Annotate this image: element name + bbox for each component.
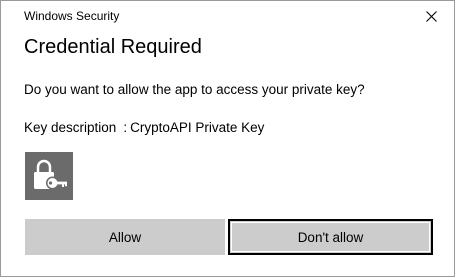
credential-dialog: Windows Security Credential Required Do … <box>0 0 455 277</box>
prompt-question: Do you want to allow the app to access y… <box>24 82 365 97</box>
key-description-value: CryptoAPI Private Key <box>130 120 265 135</box>
dialog-heading: Credential Required <box>24 36 202 58</box>
lock-key-icon <box>25 152 73 200</box>
key-description-row: Key description: CryptoAPI Private Key <box>24 120 264 135</box>
key-description-separator: : <box>123 120 128 135</box>
key-description-label: Key description <box>24 120 117 135</box>
close-icon <box>426 11 437 22</box>
close-button[interactable] <box>408 1 454 31</box>
window-title: Windows Security <box>24 9 120 23</box>
allow-button[interactable]: Allow <box>25 219 225 255</box>
title-bar: Windows Security <box>1 1 454 31</box>
dont-allow-button[interactable]: Don't allow <box>228 219 433 255</box>
dont-allow-label: Don't allow <box>297 229 364 245</box>
